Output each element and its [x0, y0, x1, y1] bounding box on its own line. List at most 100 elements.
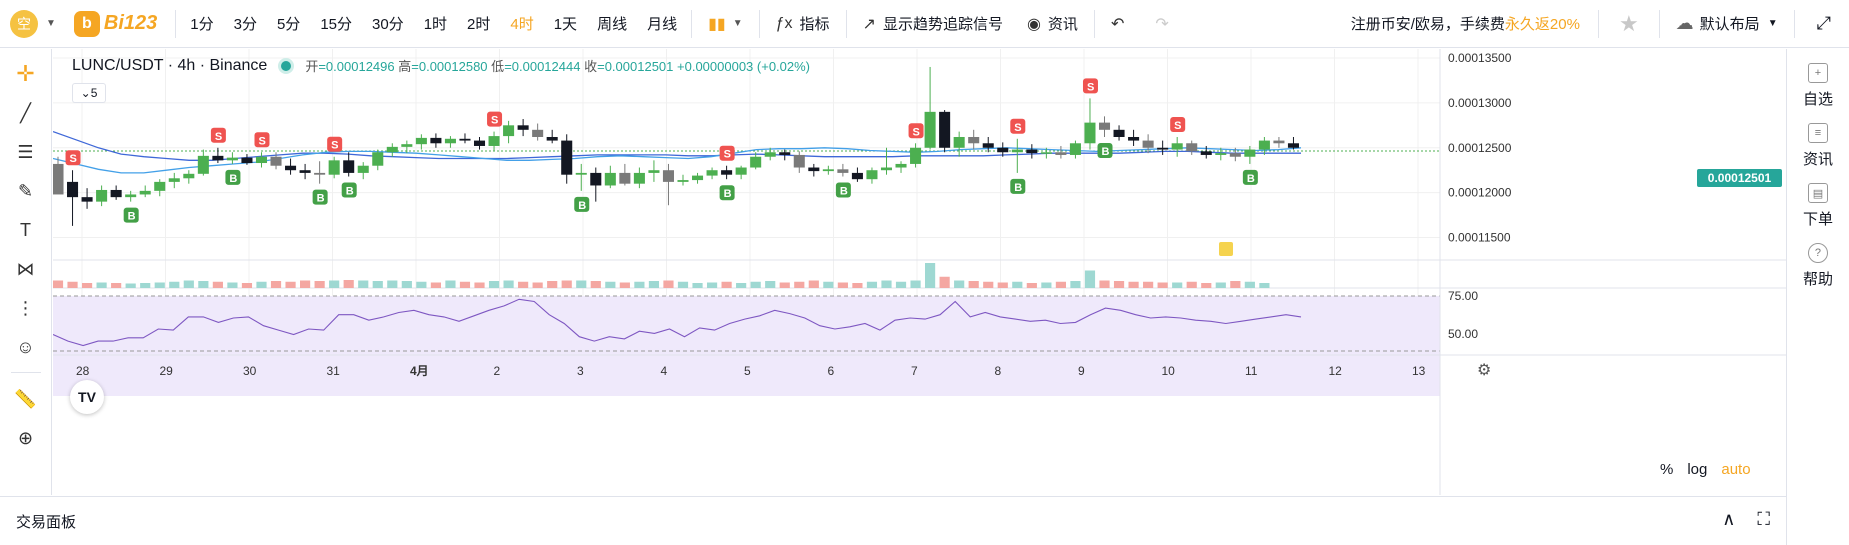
volume-bar	[372, 281, 383, 288]
maximize-icon[interactable]: ⛶	[1757, 509, 1770, 530]
interval-0[interactable]: 1分	[180, 13, 223, 34]
indicator-collapse-toggle[interactable]: ⌄ 5	[72, 83, 106, 103]
crosshair-icon[interactable]: ✛	[6, 55, 46, 93]
brush-icon[interactable]: ✎	[6, 172, 46, 210]
candle-body	[851, 172, 863, 180]
volume-bar	[227, 282, 238, 288]
volume-bar	[794, 281, 805, 288]
candle-body	[575, 172, 587, 175]
chevron-up-icon[interactable]: ∧	[1722, 509, 1735, 530]
candle-body	[895, 163, 907, 168]
divider	[175, 9, 177, 38]
interval-9[interactable]: 周线	[587, 13, 637, 34]
right-panel-item-3[interactable]: ? 帮助	[1803, 243, 1833, 289]
volume-bar	[1041, 282, 1052, 288]
volume-bar	[1055, 281, 1066, 288]
signal-letter: B	[1014, 182, 1022, 194]
interval-1[interactable]: 3分	[224, 13, 267, 34]
interval-4[interactable]: 30分	[362, 13, 414, 34]
volume-bar	[866, 281, 878, 288]
volume-bar	[329, 280, 340, 288]
symbol-label[interactable]: LUNC/USDT · 4h · Binance	[72, 57, 267, 75]
interval-5[interactable]: 1时	[414, 13, 457, 34]
candle-body	[750, 156, 762, 168]
candle-body	[386, 146, 398, 153]
ruler-icon[interactable]: 📏	[6, 380, 46, 418]
emoji-icon[interactable]: ☺	[6, 328, 46, 366]
right-panel-item-1[interactable]: ≡ 资讯	[1803, 123, 1833, 169]
percent-scale-button[interactable]: %	[1660, 461, 1673, 478]
candle-type-button[interactable]: ▮▮ ▼	[696, 0, 755, 48]
volume-bar	[140, 283, 151, 288]
price-chart[interactable]: S B S B S B S B S B S B B S S B S B S B 0.00013500 0.0001300…	[53, 49, 1786, 495]
candle-body	[706, 170, 718, 176]
interval-7[interactable]: 4时	[500, 13, 543, 34]
date-tick-label: 4	[661, 364, 668, 378]
candle-body	[997, 147, 1009, 153]
auto-scale-button[interactable]: auto	[1721, 461, 1750, 478]
undo-icon: ↶	[1110, 15, 1125, 33]
indicators-button[interactable]: ƒx 指标	[764, 0, 842, 48]
user-avatar[interactable]: 空	[10, 9, 38, 38]
interval-8[interactable]: 1天	[544, 13, 587, 34]
candle-body	[880, 167, 893, 171]
interval-3[interactable]: 15分	[310, 13, 362, 34]
interval-6[interactable]: 2时	[457, 13, 500, 34]
trend-signal-button[interactable]: ↗ 显示趋势追踪信号	[851, 0, 1015, 48]
trend-icon: ↗	[862, 15, 876, 33]
candle-body	[81, 197, 93, 202]
volume-bar	[1172, 282, 1183, 288]
settings-gear-icon[interactable]: ⚙	[1477, 362, 1491, 379]
interval-10[interactable]: 月线	[637, 13, 687, 34]
chevron-down-icon[interactable]: ▼	[46, 18, 56, 29]
date-tick-label: 12	[1329, 364, 1343, 378]
pattern-icon[interactable]: ⋈	[6, 250, 46, 288]
logo-badge: b	[73, 10, 100, 37]
news-button[interactable]: ◉ 资讯	[1015, 0, 1090, 48]
rsi-band	[53, 296, 1440, 396]
layout-label: 默认布局	[1699, 16, 1760, 33]
news-marker-icon[interactable]	[1219, 242, 1233, 256]
zoom-in-icon[interactable]: ⊕	[6, 419, 46, 457]
signal-letter: B	[128, 211, 136, 223]
candle-body	[1098, 122, 1111, 130]
volume-bar	[590, 281, 601, 288]
candle-body	[764, 152, 776, 157]
fullscreen-icon[interactable]: ⤢	[1799, 13, 1849, 34]
redo-button[interactable]: ↷	[1143, 0, 1187, 48]
volume-bar	[358, 280, 369, 288]
candle-body	[648, 170, 660, 173]
layout-button[interactable]: ☁ 默认布局 ▼	[1664, 13, 1790, 34]
horizontal-lines-icon[interactable]: ☰	[6, 133, 46, 171]
undo-button[interactable]: ↶	[1099, 0, 1143, 48]
candlestick-icon: ▮▮	[708, 15, 726, 33]
candle-body	[1040, 152, 1052, 154]
volume-bar	[270, 281, 282, 288]
volume-bar	[256, 281, 267, 288]
tradingview-logo[interactable]: TV	[70, 380, 104, 414]
volume-bar	[387, 280, 398, 288]
candle-body	[1258, 140, 1270, 150]
volume-bar	[1099, 280, 1110, 288]
right-panel-item-0[interactable]: + 自选	[1803, 63, 1833, 109]
star-icon[interactable]: ★	[1603, 11, 1655, 37]
price-axis: 0.00013500 0.00013000 0.00012500 0.00012000…	[1448, 51, 1512, 341]
date-tick-label: 30	[243, 364, 257, 378]
chart-app: 空 ▼ b Bi123 1分 3分 5分 15分 30分 1时 2时 4时 1天 周线 月线 ▮▮ ▼…	[0, 0, 1849, 545]
volume-bar	[954, 280, 965, 288]
volume-bar	[852, 283, 863, 288]
promo-text[interactable]: 注册币安/欧易，手续费永久返20%	[1351, 13, 1594, 34]
interval-2[interactable]: 5分	[267, 13, 310, 34]
date-tick-label: 10	[1162, 364, 1176, 378]
measure-lines-icon[interactable]: ⋮	[6, 289, 46, 327]
scale-controls: % log auto	[1660, 461, 1751, 478]
divider	[1093, 9, 1095, 38]
logo: b Bi123	[73, 10, 157, 37]
log-scale-button[interactable]: log	[1687, 461, 1707, 478]
eye-icon: ◉	[1026, 15, 1041, 33]
right-panel-item-2[interactable]: ▤ 下单	[1803, 183, 1833, 229]
volume-bar	[416, 281, 427, 288]
text-icon[interactable]: T	[6, 211, 46, 249]
trading-panel-title[interactable]: 交易面板	[16, 511, 76, 532]
trendline-icon[interactable]: ╱	[6, 94, 46, 132]
